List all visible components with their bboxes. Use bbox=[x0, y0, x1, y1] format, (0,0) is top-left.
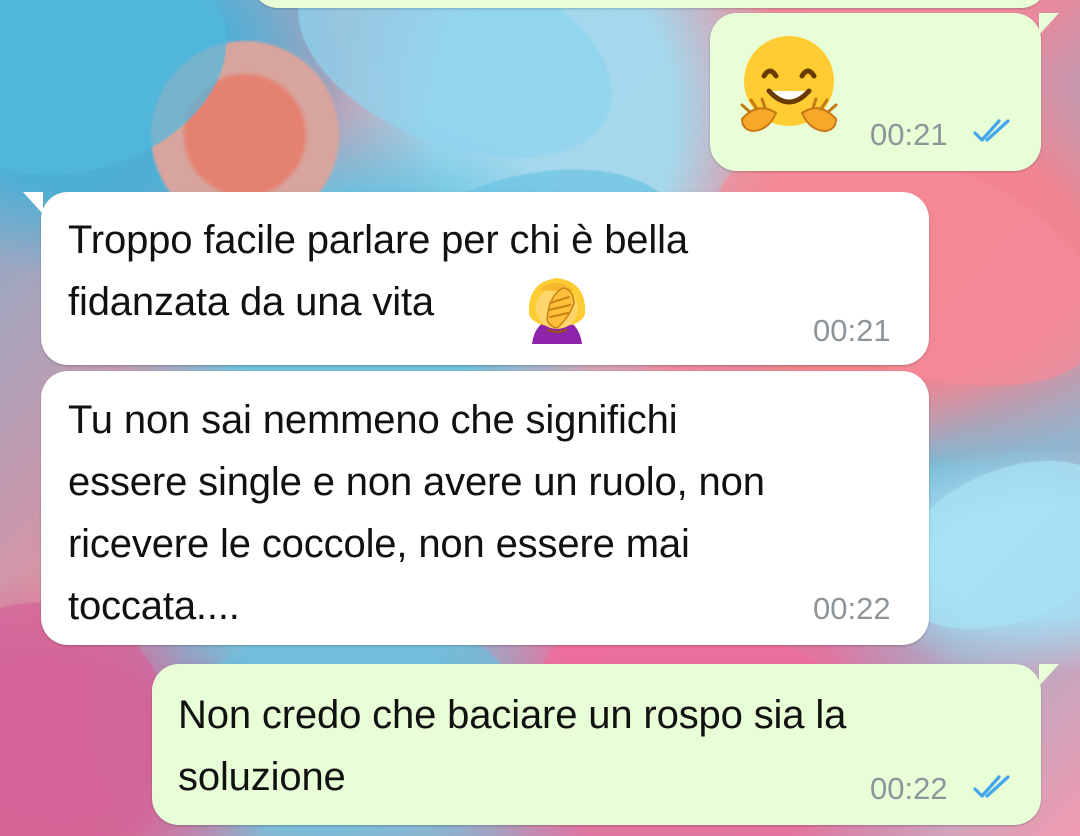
double-check-icon bbox=[973, 119, 1010, 142]
message-timestamp: 00:22 bbox=[870, 771, 948, 806]
message-bubble-incoming[interactable]: Troppo facile parlare per chi è bella fi… bbox=[23, 192, 929, 365]
previous-message-bubble bbox=[252, 0, 1047, 8]
bubble-tail bbox=[1039, 664, 1059, 686]
background-petal bbox=[0, 0, 256, 212]
message-timestamp: 00:21 bbox=[813, 313, 891, 348]
message-text: Tu non sai nemmeno che significhi essere… bbox=[68, 398, 765, 628]
message-bubble-incoming[interactable]: Tu non sai nemmeno che significhi essere… bbox=[41, 371, 929, 645]
message-bubble-outgoing[interactable]: 00:21 bbox=[710, 13, 1059, 171]
message-timestamp: 00:21 bbox=[870, 117, 948, 152]
message-timestamp: 00:22 bbox=[813, 591, 891, 626]
message-bubble-outgoing[interactable]: Non credo che baciare un rospo sia la so… bbox=[152, 664, 1059, 825]
bubble-tail bbox=[1039, 13, 1059, 35]
message-text: Non credo che baciare un rospo sia la so… bbox=[178, 693, 847, 799]
chat-background: 00:21 Troppo facile parlare per chi è be… bbox=[0, 0, 1080, 836]
hugging-face-emoji bbox=[740, 36, 838, 133]
bubble-tail bbox=[23, 192, 43, 214]
message-text: Troppo facile parlare per chi è bella fi… bbox=[68, 218, 688, 324]
double-check-icon bbox=[973, 775, 1010, 798]
woman-facepalming-emoji bbox=[528, 278, 586, 344]
